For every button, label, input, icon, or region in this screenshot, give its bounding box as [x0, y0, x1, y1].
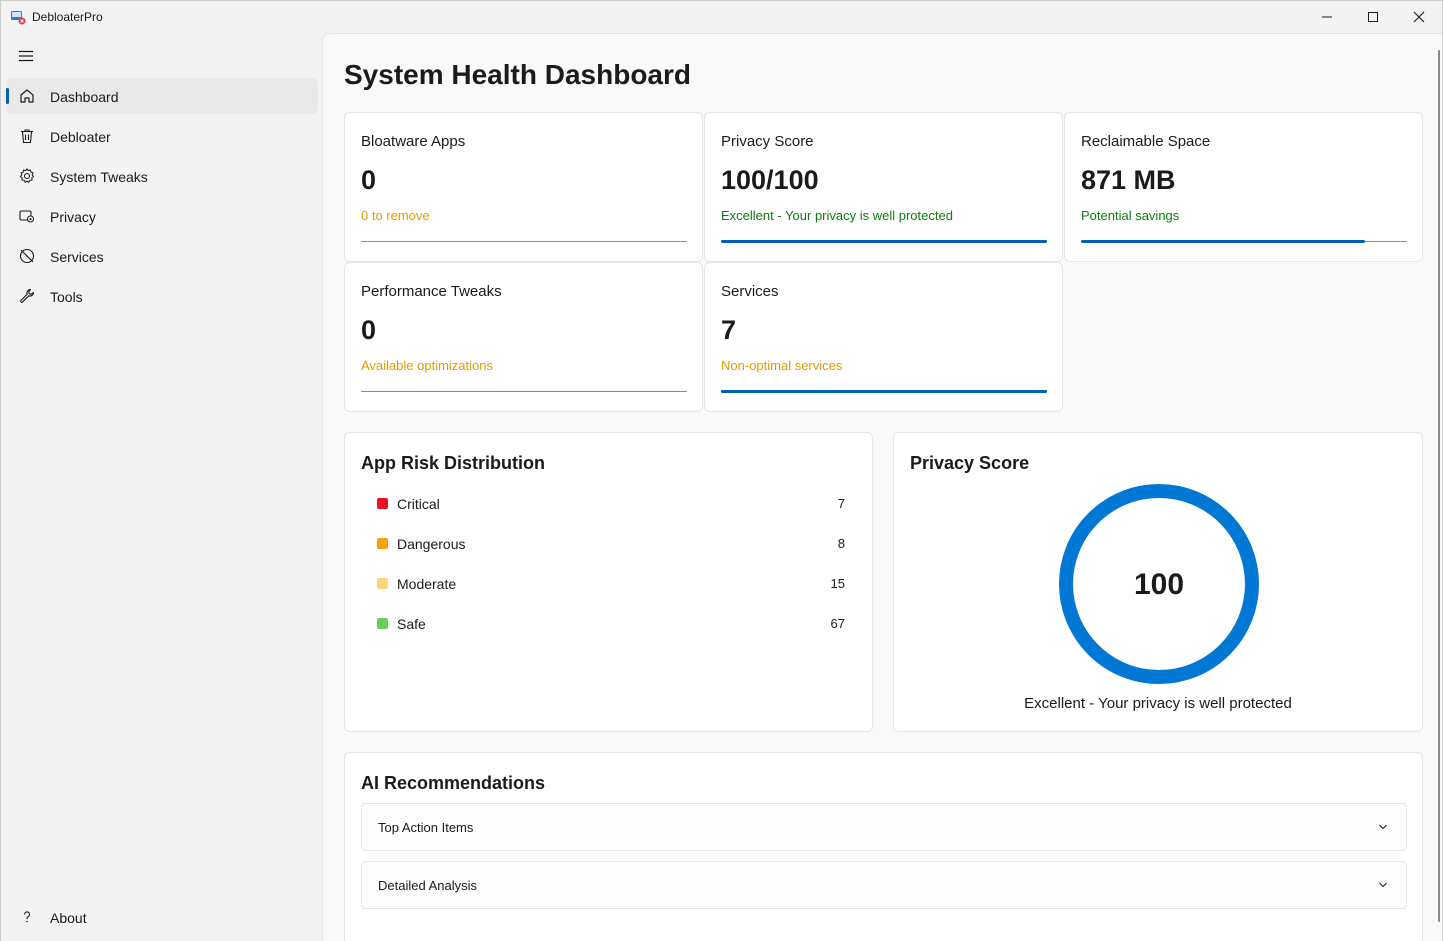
progress-fill: [721, 390, 1047, 393]
gauge-caption: Excellent - Your privacy is well protect…: [1024, 695, 1292, 712]
ai-recommendations-card: AI Recommendations Top Action Items Deta…: [344, 752, 1423, 941]
question-icon: [23, 911, 30, 923]
safe-swatch: [377, 618, 388, 629]
sidebar-item-label: Privacy: [50, 209, 96, 225]
risk-row-dangerous: Dangerous 8: [377, 534, 845, 554]
risk-count: 15: [830, 576, 845, 591]
stat-value: 0: [361, 165, 377, 195]
expander-label: Detailed Analysis: [378, 878, 477, 893]
gear-icon: [19, 168, 35, 183]
main-content: System Health Dashboard Bloatware Apps 0…: [322, 33, 1442, 941]
stat-title: Services: [721, 283, 779, 300]
minimize-icon: [1322, 16, 1332, 18]
maximize-button[interactable]: [1350, 1, 1396, 33]
progress-bar: [721, 240, 1047, 243]
risk-label: Dangerous: [397, 536, 466, 552]
progress-fill: [1081, 240, 1365, 243]
stat-value: 100/100: [721, 165, 819, 195]
section-title: Privacy Score: [910, 453, 1030, 473]
risk-row-safe: Safe 67: [377, 614, 845, 634]
sidebar-item-debloater[interactable]: Debloater: [6, 118, 318, 154]
sidebar-item-tools[interactable]: Tools: [6, 278, 318, 314]
dangerous-swatch: [377, 538, 388, 549]
risk-count: 8: [837, 536, 845, 551]
page-title: System Health Dashboard: [344, 59, 691, 90]
progress-bar: [721, 390, 1047, 393]
sidebar: Dashboard Debloater System Tweaks Privac…: [1, 33, 322, 941]
progress-fill: [721, 240, 1047, 243]
stat-title: Reclaimable Space: [1081, 133, 1211, 150]
stat-card-bloatware: Bloatware Apps 0 0 to remove: [344, 112, 703, 262]
risk-row-moderate: Moderate 15: [377, 574, 845, 594]
stat-card-reclaimable-space: Reclaimable Space 871 MB Potential savin…: [1064, 112, 1423, 262]
minimize-button[interactable]: [1304, 1, 1350, 33]
progress-bar: [361, 391, 687, 392]
sidebar-item-label: Dashboard: [50, 89, 119, 105]
risk-count: 67: [830, 616, 845, 631]
active-indicator: [6, 88, 9, 104]
close-button[interactable]: [1396, 1, 1442, 33]
progress-bar: [1081, 240, 1407, 243]
sidebar-item-label: Debloater: [50, 129, 111, 145]
risk-label: Moderate: [397, 576, 457, 592]
expander-top-action-items[interactable]: Top Action Items: [361, 803, 1407, 851]
sidebar-item-dashboard[interactable]: Dashboard: [6, 78, 318, 114]
app-risk-distribution-card: App Risk Distribution Critical 7 Dangero…: [344, 432, 873, 732]
trash-icon: [21, 129, 33, 144]
sidebar-item-services[interactable]: Services: [6, 238, 318, 274]
stat-card-privacy: Privacy Score 100/100 Excellent - Your p…: [704, 112, 1063, 262]
services-icon: [19, 248, 35, 264]
stat-card-services: Services 7 Non-optimal services: [704, 262, 1063, 412]
risk-count: 7: [837, 496, 845, 511]
stat-title: Privacy Score: [721, 133, 814, 150]
stat-subtitle: Excellent - Your privacy is well protect…: [721, 208, 953, 223]
vertical-scrollbar[interactable]: [1438, 50, 1440, 922]
expander-detailed-analysis[interactable]: Detailed Analysis: [361, 861, 1407, 909]
wrench-icon: [20, 288, 35, 303]
close-icon: [1413, 11, 1425, 23]
sidebar-item-label: Tools: [50, 289, 83, 305]
sidebar-item-label: About: [50, 910, 87, 926]
stat-title: Performance Tweaks: [361, 283, 502, 300]
sidebar-item-label: Services: [50, 249, 104, 265]
stat-subtitle: 0 to remove: [361, 208, 430, 223]
expander-label: Top Action Items: [378, 820, 474, 835]
sidebar-item-label: System Tweaks: [50, 169, 148, 185]
home-icon: [20, 89, 34, 103]
critical-swatch: [377, 498, 388, 509]
section-title: App Risk Distribution: [361, 453, 545, 473]
stat-subtitle: Potential savings: [1081, 208, 1180, 223]
window-title: DebloaterPro: [32, 10, 103, 24]
risk-label: Safe: [397, 616, 426, 632]
stat-subtitle: Non-optimal services: [721, 358, 843, 373]
privacy-score-card: Privacy Score 100 Excellent - Your priva…: [893, 432, 1423, 732]
stat-subtitle: Available optimizations: [361, 358, 493, 373]
stat-value: 0: [361, 315, 377, 345]
section-title: AI Recommendations: [361, 773, 546, 793]
app-logo-icon: [11, 11, 26, 25]
chevron-down-icon: [1379, 824, 1387, 830]
sidebar-item-system-tweaks[interactable]: System Tweaks: [6, 158, 318, 194]
sidebar-item-about[interactable]: About: [6, 899, 318, 935]
stat-value: 871 MB: [1081, 165, 1176, 195]
hamburger-menu-icon[interactable]: [17, 49, 35, 63]
moderate-swatch: [377, 578, 388, 589]
risk-row-critical: Critical 7: [377, 494, 845, 514]
app-window: DebloaterPro Dashboard Debloater System …: [0, 0, 1443, 941]
stat-value: 7: [721, 315, 737, 345]
stat-card-performance-tweaks: Performance Tweaks 0 Available optimizat…: [344, 262, 703, 412]
sidebar-item-privacy[interactable]: Privacy: [6, 198, 318, 234]
risk-label: Critical: [397, 496, 440, 512]
maximize-icon: [1368, 12, 1378, 22]
gauge-value: 100: [1133, 568, 1185, 601]
chevron-down-icon: [1379, 882, 1387, 888]
progress-bar: [361, 241, 687, 242]
title-bar: DebloaterPro: [1, 1, 1442, 33]
stat-title: Bloatware Apps: [361, 133, 466, 150]
privacy-icon: [19, 210, 35, 223]
